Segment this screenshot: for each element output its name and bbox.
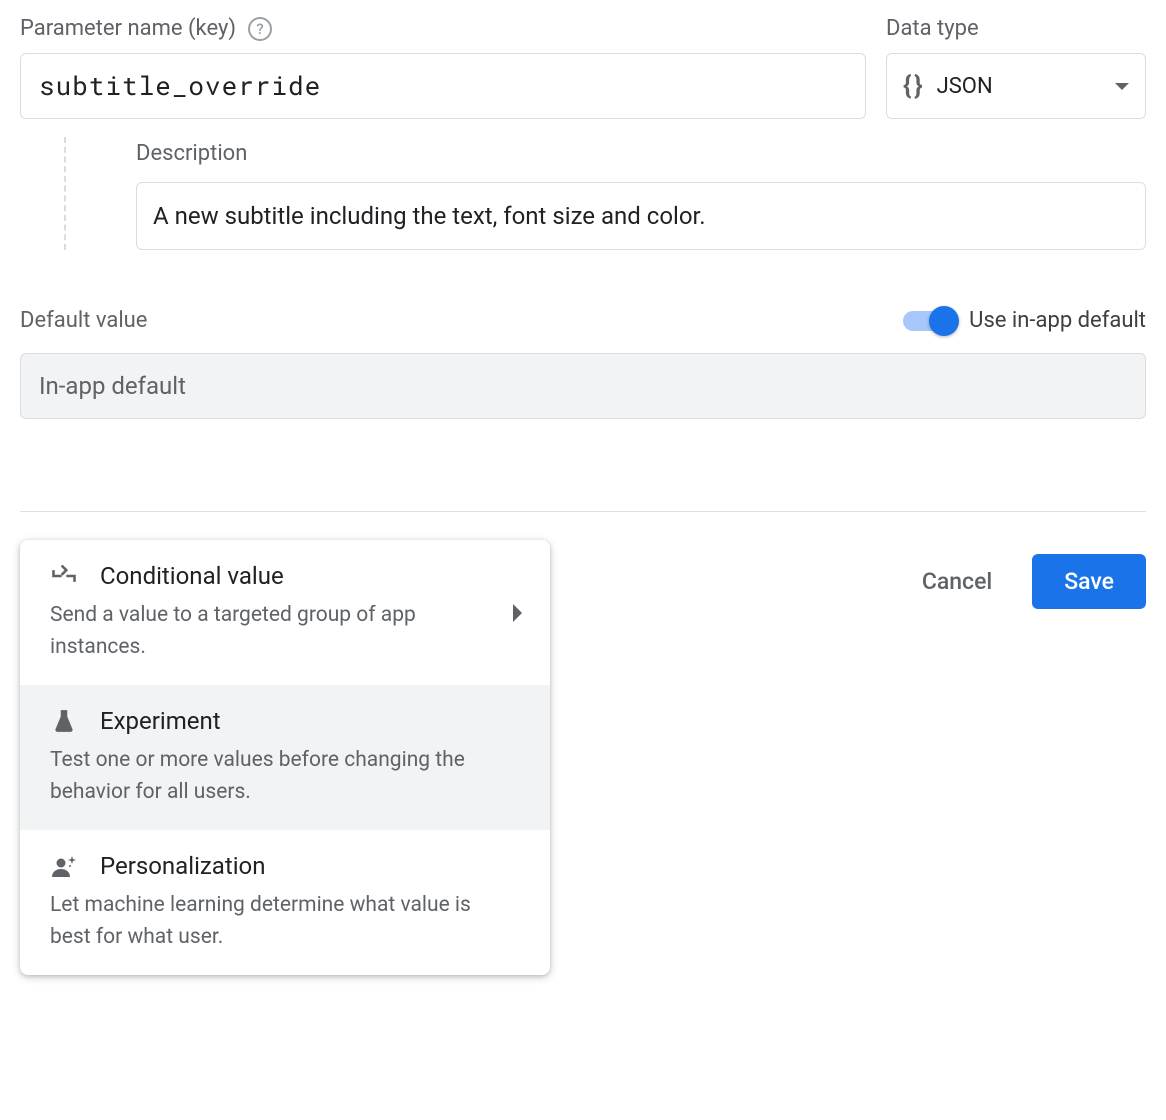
- options-menu: Conditional value Send a value to a targ…: [20, 540, 550, 975]
- section-divider: [20, 511, 1146, 512]
- parameter-name-label: Parameter name (key): [20, 16, 236, 41]
- tree-connector: [64, 137, 108, 250]
- data-type-label: Data type: [886, 16, 979, 41]
- chevron-down-icon: [1115, 83, 1129, 90]
- parameter-name-field: Parameter name (key) ?: [20, 16, 866, 119]
- data-type-field: Data type { } JSON: [886, 16, 1146, 119]
- menu-title: Personalization: [100, 852, 266, 880]
- default-value-input: In-app default: [20, 353, 1146, 419]
- menu-desc: Test one or more values before changing …: [50, 745, 522, 808]
- help-icon[interactable]: ?: [248, 17, 272, 41]
- data-type-value: JSON: [937, 74, 993, 99]
- menu-desc: Send a value to a targeted group of app …: [50, 600, 522, 663]
- json-icon: { }: [903, 71, 921, 101]
- menu-item-conditional-value[interactable]: Conditional value Send a value to a targ…: [20, 540, 550, 685]
- person-sparkle-icon: [50, 852, 78, 880]
- conditional-icon: [50, 562, 78, 590]
- data-type-select[interactable]: { } JSON: [886, 53, 1146, 119]
- description-label: Description: [136, 141, 1146, 166]
- menu-item-experiment[interactable]: Experiment Test one or more values befor…: [20, 685, 550, 830]
- menu-title: Conditional value: [100, 562, 284, 590]
- use-in-app-default-toggle[interactable]: [903, 311, 955, 331]
- menu-item-personalization[interactable]: Personalization Let machine learning det…: [20, 830, 550, 975]
- menu-title: Experiment: [100, 707, 221, 735]
- parameter-name-input[interactable]: [20, 53, 866, 119]
- description-input[interactable]: [136, 182, 1146, 250]
- default-value-label: Default value: [20, 308, 147, 333]
- cancel-button[interactable]: Cancel: [906, 556, 1008, 607]
- flask-icon: [50, 707, 78, 735]
- save-button[interactable]: Save: [1032, 554, 1146, 609]
- toggle-label: Use in-app default: [969, 308, 1146, 333]
- menu-desc: Let machine learning determine what valu…: [50, 890, 522, 953]
